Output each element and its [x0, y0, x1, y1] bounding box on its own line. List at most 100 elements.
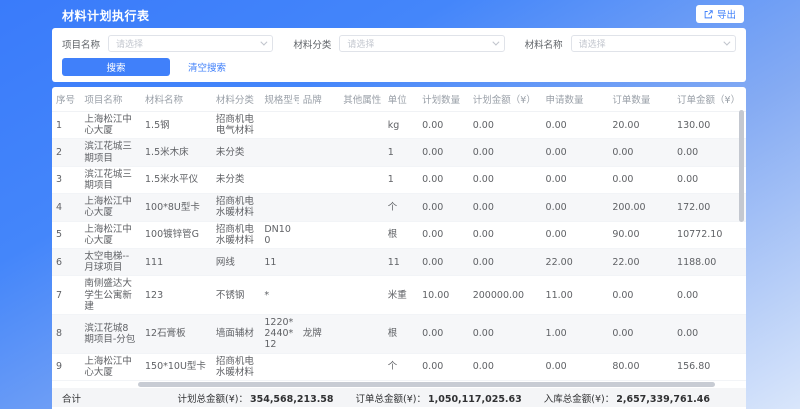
column-header: 规格型号	[260, 87, 298, 112]
cell: 22.00	[542, 249, 609, 276]
total-label: 入库总金额(¥)：	[544, 394, 614, 405]
cell: 0.00	[418, 112, 469, 139]
cell	[299, 249, 339, 276]
cell: 80.00	[608, 353, 673, 380]
cell: 172.00	[673, 194, 746, 221]
filter-select-0[interactable]: 请选择	[108, 35, 273, 52]
cell: 156.80	[673, 353, 746, 380]
summary-total: 计划总金额(¥)：354,568,213.58	[178, 391, 334, 405]
cell: *	[260, 276, 298, 315]
cell	[339, 112, 384, 139]
cell: 招商机电 水暖材料	[212, 221, 261, 248]
cell: 上海松江中心大厦	[80, 221, 141, 248]
cell: 3	[52, 166, 80, 193]
cell: 上海松江中心大厦	[80, 194, 141, 221]
cell: 未分类	[212, 139, 261, 166]
cell: 0.00	[418, 221, 469, 248]
search-button[interactable]: 搜索	[62, 58, 170, 76]
cell	[299, 276, 339, 315]
summary-total: 订单总金额(¥)：1,050,117,025.63	[356, 391, 522, 405]
table-row: 1上海松江中心大厦1.5钢招商机电 电气材料kg0.000.000.0020.0…	[52, 112, 746, 139]
summary-row: 合计 计划总金额(¥)：354,568,213.58 订单总金额(¥)：1,05…	[52, 388, 746, 407]
cell: 不锈钢	[212, 276, 261, 315]
cell: 130.00	[673, 112, 746, 139]
filter-group-1: 材料分类 请选择	[293, 35, 504, 52]
clear-search-link[interactable]: 清空搜索	[188, 60, 226, 74]
table-row: 9上海松江中心大厦150*10U型卡招商机电 水暖材料个0.000.000.00…	[52, 353, 746, 380]
column-header: 品牌	[299, 87, 339, 112]
cell: 1	[384, 139, 418, 166]
export-icon	[704, 10, 713, 19]
page-title: 材料计划执行表	[62, 7, 150, 24]
filter-select-1[interactable]: 请选择	[339, 35, 504, 52]
cell: 1220*2440*12	[260, 315, 298, 354]
cell: 10772.10	[673, 221, 746, 248]
chevron-down-icon	[723, 39, 730, 46]
table-row: 4上海松江中心大厦100*8U型卡招商机电 水暖材料个0.000.000.002…	[52, 194, 746, 221]
cell: 0.00	[418, 194, 469, 221]
summary-total: 入库总金额(¥)：2,657,339,761.46	[544, 391, 710, 405]
export-button[interactable]: 导出	[696, 5, 744, 23]
select-placeholder: 请选择	[347, 37, 374, 50]
cell: 招商机电 水暖材料	[212, 194, 261, 221]
cell: 南侧盛达大学生公寓新建	[80, 276, 141, 315]
cell	[339, 315, 384, 354]
cell: 0.00	[542, 139, 609, 166]
table-row: 6太空电梯--月球项目111网线11110.000.0022.0022.0011…	[52, 249, 746, 276]
cell: 滨江花城三期项目	[80, 139, 141, 166]
cell: 太空电梯--月球项目	[80, 249, 141, 276]
cell: kg	[384, 112, 418, 139]
cell: 0.00	[542, 112, 609, 139]
total-label: 计划总金额(¥)：	[178, 394, 248, 405]
cell: 0.00	[469, 315, 542, 354]
filter-panel: 项目名称 请选择 材料分类 请选择 材料名称 请选择 搜索 清空搜索	[52, 28, 746, 82]
cell: 10.00	[418, 276, 469, 315]
cell: 0.00	[673, 276, 746, 315]
cell: 11	[260, 249, 298, 276]
cell: 2	[52, 139, 80, 166]
horizontal-scrollbar[interactable]	[138, 382, 716, 387]
cell	[299, 221, 339, 248]
cell: 根	[384, 315, 418, 354]
cell: 0.00	[418, 166, 469, 193]
cell: 龙牌	[299, 315, 339, 354]
filter-label: 项目名称	[62, 37, 100, 51]
cell: 6	[52, 249, 80, 276]
cell	[299, 194, 339, 221]
page-background: 材料计划执行表 导出 项目名称 请选择 材料分类 请选择	[0, 0, 800, 409]
cell: 0.00	[469, 139, 542, 166]
column-header: 材料分类	[212, 87, 261, 112]
table-row: 2滨江花城三期项目1.5米木床未分类10.000.000.000.000.00	[52, 139, 746, 166]
horizontal-scrollbar-track	[55, 382, 743, 387]
column-header: 序号	[52, 87, 80, 112]
table-row: 3滨江花城三期项目1.5米水平仪未分类10.000.000.000.000.00	[52, 166, 746, 193]
cell	[339, 221, 384, 248]
cell: 12石膏板	[141, 315, 212, 354]
cell	[299, 139, 339, 166]
cell: 0.00	[608, 276, 673, 315]
table-row: 5上海松江中心大厦100镀锌管G招商机电 水暖材料DN100根0.000.000…	[52, 221, 746, 248]
filter-group-2: 材料名称 请选择	[525, 35, 736, 52]
cell: 网线	[212, 249, 261, 276]
cell: 200.00	[608, 194, 673, 221]
table-row: 8滨江花城8期项目-分包12石膏板墙面辅材1220*2440*12龙牌根0.00…	[52, 315, 746, 354]
cell	[339, 353, 384, 380]
cell: 90.00	[608, 221, 673, 248]
materials-table: 序号项目名称材料名称材料分类规格型号品牌其他属性单位计划数量计划金额（¥）申请数…	[52, 87, 746, 381]
filter-select-2[interactable]: 请选择	[571, 35, 736, 52]
cell: 123	[141, 276, 212, 315]
column-header: 计划金额（¥）	[469, 87, 542, 112]
summary-totals: 计划总金额(¥)：354,568,213.58 订单总金额(¥)：1,050,1…	[178, 391, 710, 405]
summary-label: 合计	[62, 391, 81, 405]
cell	[339, 166, 384, 193]
cell: 11	[384, 249, 418, 276]
cell: 0.00	[608, 315, 673, 354]
cell: 1	[52, 112, 80, 139]
cell: 11.00	[542, 276, 609, 315]
cell: 0.00	[608, 166, 673, 193]
filter-label: 材料分类	[293, 37, 331, 51]
cell	[339, 276, 384, 315]
cell: 111	[141, 249, 212, 276]
cell	[299, 112, 339, 139]
vertical-scrollbar[interactable]	[739, 110, 744, 222]
